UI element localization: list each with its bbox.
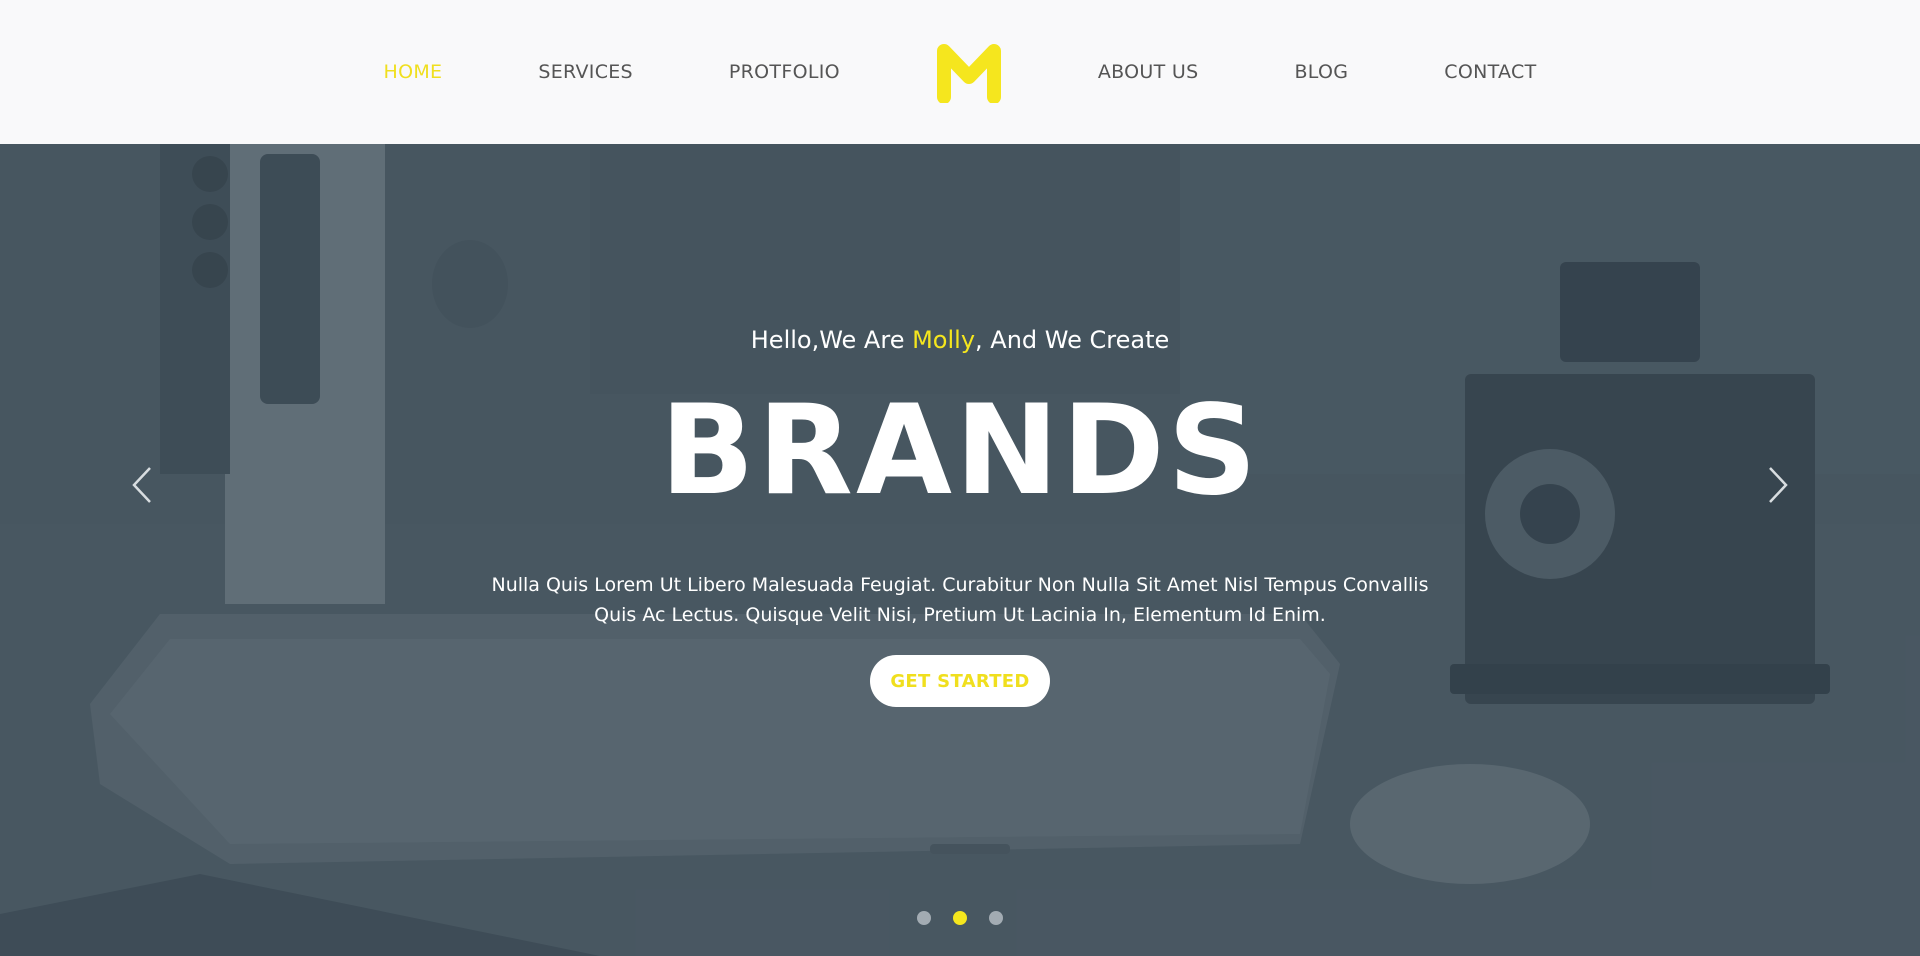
slider-dot-2[interactable] xyxy=(953,911,967,925)
m-logo-icon[interactable] xyxy=(936,41,1002,103)
chevron-left-icon[interactable] xyxy=(124,462,164,508)
hero-description: Nulla Quis Lorem Ut Libero Malesuada Feu… xyxy=(491,574,1429,626)
nav-blog[interactable]: BLOG xyxy=(1294,61,1348,83)
hero-intro-after: , And We Create xyxy=(975,326,1170,354)
nav-contact[interactable]: CONTACT xyxy=(1444,61,1536,83)
chevron-right-icon[interactable] xyxy=(1756,462,1796,508)
hero-overlay xyxy=(0,144,1920,956)
get-started-button[interactable]: GET STARTED xyxy=(870,655,1050,707)
slider-dot-3[interactable] xyxy=(989,911,1003,925)
slider-pagination xyxy=(0,911,1920,925)
slider-dot-1[interactable] xyxy=(917,911,931,925)
hero-slider: Hello,We Are Molly, And We Create BRANDS… xyxy=(0,144,1920,956)
site-header: HOME SERVICES PROTFOLIO ABOUT US BLOG CO… xyxy=(0,0,1920,144)
hero-intro-before: Hello,We Are xyxy=(750,326,913,354)
nav-services[interactable]: SERVICES xyxy=(538,61,633,83)
hero-headline: BRANDS xyxy=(660,379,1260,523)
hero-intro: Hello,We Are Molly, And We Create xyxy=(0,326,1920,354)
nav-about-us[interactable]: ABOUT US xyxy=(1098,61,1199,83)
nav-home[interactable]: HOME xyxy=(384,61,443,83)
hero-intro-brand: Molly xyxy=(912,326,976,354)
nav-portfolio[interactable]: PROTFOLIO xyxy=(729,61,840,83)
